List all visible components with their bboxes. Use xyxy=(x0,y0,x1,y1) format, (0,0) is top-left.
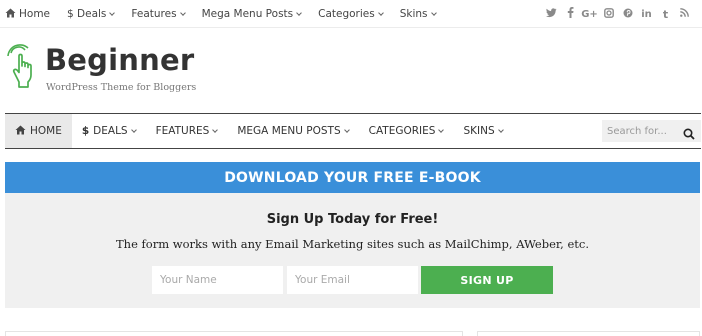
main-nav-items: HOME $ DEALS FEATURES MEGA MENU POSTS CA… xyxy=(5,114,513,148)
signup-box: Sign Up Today for Free! The form works w… xyxy=(5,193,700,308)
linkedin-icon[interactable]: in xyxy=(637,9,656,20)
main-nav-home[interactable]: HOME xyxy=(5,114,72,148)
main-nav-features-label: FEATURES xyxy=(155,125,210,137)
chevron-down-icon xyxy=(343,126,350,133)
chevron-down-icon xyxy=(438,126,445,133)
ebook-banner[interactable]: DOWNLOAD YOUR FREE E-BOOK xyxy=(5,162,700,193)
chevron-down-icon xyxy=(109,9,116,16)
sign-up-button[interactable]: SIGN UP xyxy=(421,266,553,294)
signup-heading: Sign Up Today for Free! xyxy=(266,212,439,227)
top-nav-deals-label: $ Deals xyxy=(67,8,107,20)
main-nav-deals[interactable]: $ DEALS xyxy=(72,114,146,148)
main-nav-home-label: HOME xyxy=(30,125,62,137)
google-plus-icon[interactable]: G+ xyxy=(580,9,599,20)
top-nav-home[interactable]: Home xyxy=(5,8,50,21)
rss-icon[interactable] xyxy=(675,8,694,20)
top-nav-categories[interactable]: Categories xyxy=(318,8,384,20)
dollar-icon: $ xyxy=(81,125,90,137)
top-nav-skins-label: Skins xyxy=(399,8,428,20)
search-input[interactable] xyxy=(602,120,676,142)
top-nav-skins[interactable]: Skins xyxy=(399,8,437,20)
chevron-down-icon xyxy=(179,9,186,16)
top-nav-features[interactable]: Features xyxy=(131,8,186,20)
home-icon xyxy=(15,125,26,138)
email-input[interactable] xyxy=(287,266,418,294)
main-nav-mega-menu-posts[interactable]: MEGA MENU POSTS xyxy=(227,114,358,148)
tumblr-icon[interactable]: t xyxy=(656,8,675,21)
content-panel xyxy=(5,331,463,336)
ebook-banner-text: DOWNLOAD YOUR FREE E-BOOK xyxy=(224,169,481,186)
site-tagline: WordPress Theme for Bloggers xyxy=(46,82,197,93)
top-nav-features-label: Features xyxy=(131,8,177,20)
chevron-down-icon xyxy=(130,126,137,133)
chevron-down-icon xyxy=(377,9,384,16)
top-nav-mega-menu-posts[interactable]: Mega Menu Posts xyxy=(202,8,302,20)
top-nav-home-label: Home xyxy=(19,8,51,20)
hand-pointer-logo-icon xyxy=(6,44,42,94)
top-nav-deals[interactable]: $ Deals xyxy=(67,8,116,20)
instagram-icon[interactable] xyxy=(599,7,618,21)
main-nav-mega-label: MEGA MENU POSTS xyxy=(237,125,341,137)
chevron-down-icon xyxy=(296,9,302,16)
main-nav-skins-label: SKINS xyxy=(463,125,495,137)
search-box xyxy=(602,120,701,142)
site-branding[interactable]: Beginner WordPress Theme for Bloggers xyxy=(6,43,236,104)
main-nav-skins[interactable]: SKINS xyxy=(453,114,512,148)
site-title[interactable]: Beginner xyxy=(45,43,194,77)
pinterest-icon[interactable] xyxy=(618,8,637,21)
home-icon xyxy=(5,8,16,21)
sidebar-panel xyxy=(477,331,700,336)
chevron-down-icon xyxy=(430,9,437,16)
search-icon[interactable] xyxy=(683,125,695,140)
name-input[interactable] xyxy=(152,266,283,294)
facebook-icon[interactable] xyxy=(561,7,580,21)
top-navigation: Home $ Deals Features Mega Menu Posts Ca… xyxy=(5,0,453,28)
top-nav-mega-label: Mega Menu Posts xyxy=(201,8,294,20)
twitter-icon[interactable] xyxy=(542,7,561,21)
signup-description: The form works with any Email Marketing … xyxy=(116,237,589,251)
chevron-down-icon xyxy=(497,126,504,133)
chevron-down-icon xyxy=(212,126,219,133)
main-nav-features[interactable]: FEATURES xyxy=(146,114,228,148)
top-bar: Home $ Deals Features Mega Menu Posts Ca… xyxy=(0,0,702,28)
main-nav-deals-label: DEALS xyxy=(93,125,128,137)
main-navigation: HOME $ DEALS FEATURES MEGA MENU POSTS CA… xyxy=(5,113,701,149)
main-nav-categories[interactable]: CATEGORIES xyxy=(359,114,454,148)
top-nav-categories-label: Categories xyxy=(318,8,375,20)
main-nav-categories-label: CATEGORIES xyxy=(368,125,436,137)
social-links: G+ in t xyxy=(542,0,694,28)
